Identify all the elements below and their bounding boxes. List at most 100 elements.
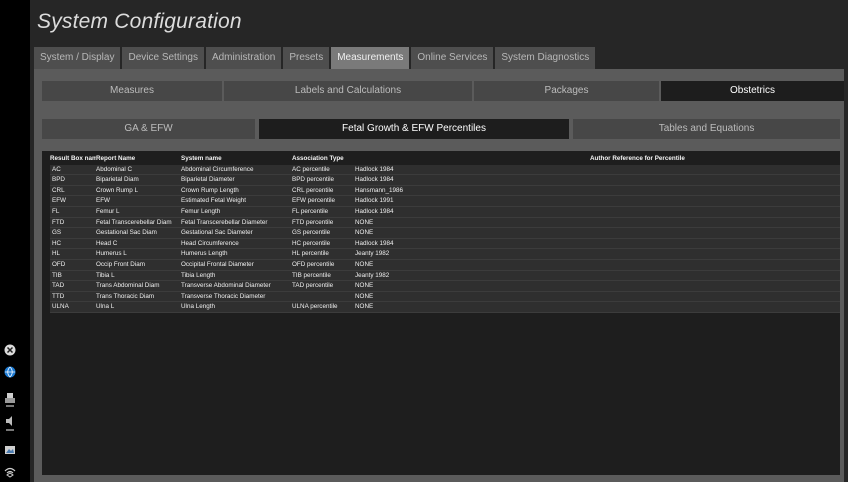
tab-system-display[interactable]: System / Display [34, 47, 121, 69]
cell-author-reference[interactable]: NONE [355, 259, 840, 271]
tab-presets[interactable]: Presets [283, 47, 330, 69]
cell-author-reference[interactable]: NONE [355, 228, 840, 239]
cell-system-name[interactable]: Estimated Fetal Weight [181, 196, 292, 207]
tab-tables-and-equations[interactable]: Tables and Equations [573, 119, 840, 139]
column-header-system-name: System name [181, 155, 222, 162]
cell-author-reference[interactable]: Hadlock 1991 [355, 196, 840, 207]
cell-system-name[interactable]: Abdominal Circumference [181, 164, 292, 176]
cell-association-type[interactable]: TIB percentile [292, 270, 355, 282]
cell-association-type[interactable]: HC percentile [292, 238, 355, 250]
percentile-grid: Result Box name Report Name System name … [50, 154, 840, 313]
cell-report-name[interactable]: Tibia L [96, 270, 181, 282]
percentile-table: Result Box name Report Name System name … [42, 151, 840, 475]
measurements-panel: Measures Labels and Calculations Package… [34, 69, 844, 482]
cell-author-reference[interactable]: Jeanty 1982 [355, 270, 840, 282]
cell-association-type[interactable]: BPD percentile [292, 175, 355, 186]
cell-association-type[interactable]: AC percentile [292, 164, 355, 176]
tab-system-diagnostics[interactable]: System Diagnostics [495, 47, 596, 69]
cell-result-box[interactable]: TAD [50, 281, 96, 292]
cell-report-name[interactable]: Humerus L [96, 249, 181, 260]
cell-report-name[interactable]: Fetal Transcerebellar Diam [96, 217, 181, 229]
cell-result-box[interactable]: AC [50, 164, 96, 176]
cell-result-box[interactable]: TTD [50, 291, 96, 303]
audio-icon[interactable] [4, 416, 16, 434]
cell-author-reference[interactable]: Hadlock 1984 [355, 175, 840, 186]
cell-system-name[interactable]: Biparietal Diameter [181, 175, 292, 186]
tab-ga-efw[interactable]: GA & EFW [42, 119, 255, 139]
percentile-table-viewport: Result Box name Report Name System name … [42, 151, 840, 475]
cell-association-type[interactable] [292, 291, 355, 303]
cell-system-name[interactable]: Occipital Frontal Diameter [181, 259, 292, 271]
cell-report-name[interactable]: Occip Front Diam [96, 259, 181, 271]
cell-author-reference[interactable]: Jeanty 1982 [355, 249, 840, 260]
image-icon[interactable] [4, 444, 16, 456]
cell-result-box[interactable]: BPD [50, 175, 96, 186]
cell-result-box[interactable]: HL [50, 249, 96, 260]
print-icon[interactable] [4, 392, 16, 410]
cell-association-type[interactable]: FTD percentile [292, 217, 355, 229]
tab-online-services[interactable]: Online Services [411, 47, 494, 69]
cell-association-type[interactable]: GS percentile [292, 228, 355, 239]
cell-result-box[interactable]: EFW [50, 196, 96, 207]
cell-result-box[interactable]: ULNA [50, 302, 96, 313]
cell-report-name[interactable]: Head C [96, 238, 181, 250]
globe-icon[interactable] [4, 366, 16, 378]
cell-system-name[interactable]: Tibia Length [181, 270, 292, 282]
cell-result-box[interactable]: FTD [50, 217, 96, 229]
cell-report-name[interactable]: Ulna L [96, 302, 181, 313]
cell-result-box[interactable]: FL [50, 206, 96, 218]
cell-result-box[interactable]: CRL [50, 185, 96, 197]
cell-system-name[interactable]: Fetal Transcerebellar Diameter [181, 217, 292, 229]
cell-association-type[interactable]: OFD percentile [292, 259, 355, 271]
cell-result-box[interactable]: HC [50, 238, 96, 250]
cell-author-reference[interactable]: Hadlock 1984 [355, 206, 840, 218]
tab-fetal-growth-efw-percentiles[interactable]: Fetal Growth & EFW Percentiles [259, 119, 569, 139]
cell-system-name[interactable]: Head Circumference [181, 238, 292, 250]
subtab-obstetrics[interactable]: Obstetrics [661, 81, 844, 101]
subtab-measures[interactable]: Measures [42, 81, 222, 101]
cell-system-name[interactable]: Crown Rump Length [181, 185, 292, 197]
cell-report-name[interactable]: Gestational Sac Diam [96, 228, 181, 239]
cell-system-name[interactable]: Transverse Thoracic Diameter [181, 291, 292, 303]
cell-author-reference[interactable]: NONE [355, 217, 840, 229]
cell-association-type[interactable]: EFW percentile [292, 196, 355, 207]
left-tool-strip [0, 0, 18, 482]
cell-system-name[interactable]: Ulna Length [181, 302, 292, 313]
cell-result-box[interactable]: TIB [50, 270, 96, 282]
cell-system-name[interactable]: Femur Length [181, 206, 292, 218]
cell-author-reference[interactable]: NONE [355, 291, 840, 303]
close-icon[interactable] [4, 344, 16, 356]
cell-system-name[interactable]: Transverse Abdominal Diameter [181, 281, 292, 292]
cell-report-name[interactable]: EFW [96, 196, 181, 207]
subtab-packages[interactable]: Packages [474, 81, 659, 101]
cell-author-reference[interactable]: NONE [355, 302, 840, 313]
cell-author-reference[interactable]: Hadlock 1984 [355, 238, 840, 250]
tab-administration[interactable]: Administration [205, 47, 282, 69]
tab-measurements[interactable]: Measurements [331, 47, 410, 69]
cell-association-type[interactable]: HL percentile [292, 249, 355, 260]
cell-report-name[interactable]: Femur L [96, 206, 181, 218]
cell-author-reference[interactable]: Hansmann_1986 [355, 185, 840, 197]
cell-system-name[interactable]: Humerus Length [181, 249, 292, 260]
cell-association-type[interactable]: TAD percentile [292, 281, 355, 292]
cell-report-name[interactable]: Crown Rump L [96, 185, 181, 197]
cell-association-type[interactable]: FL percentile [292, 206, 355, 218]
cell-author-reference[interactable]: NONE [355, 281, 840, 292]
subtab-labels-and-calculations[interactable]: Labels and Calculations [224, 81, 472, 101]
cell-report-name[interactable]: Biparietal Diam [96, 175, 181, 186]
main-tabs: System / Display Device Settings Adminis… [34, 47, 596, 69]
tab-device-settings[interactable]: Device Settings [122, 47, 204, 69]
cell-result-box[interactable]: GS [50, 228, 96, 239]
cell-system-name[interactable]: Gestational Sac Diameter [181, 228, 292, 239]
cell-association-type[interactable]: CRL percentile [292, 185, 355, 197]
cell-report-name[interactable]: Abdominal C [96, 164, 181, 176]
wifi-icon[interactable] [4, 466, 16, 478]
cell-association-type[interactable]: ULNA percentile [292, 302, 355, 313]
column-header-author-reference: Author Reference for Percentile [590, 155, 685, 162]
cell-result-box[interactable]: OFD [50, 259, 96, 271]
cell-author-reference[interactable]: Hadlock 1984 [355, 164, 840, 176]
cell-report-name[interactable]: Trans Thoracic Diam [96, 291, 181, 303]
column-header-result-box: Result Box name [50, 155, 96, 162]
measurements-subtabs: Measures Labels and Calculations Package… [42, 81, 844, 101]
cell-report-name[interactable]: Trans Abdominal Diam [96, 281, 181, 292]
